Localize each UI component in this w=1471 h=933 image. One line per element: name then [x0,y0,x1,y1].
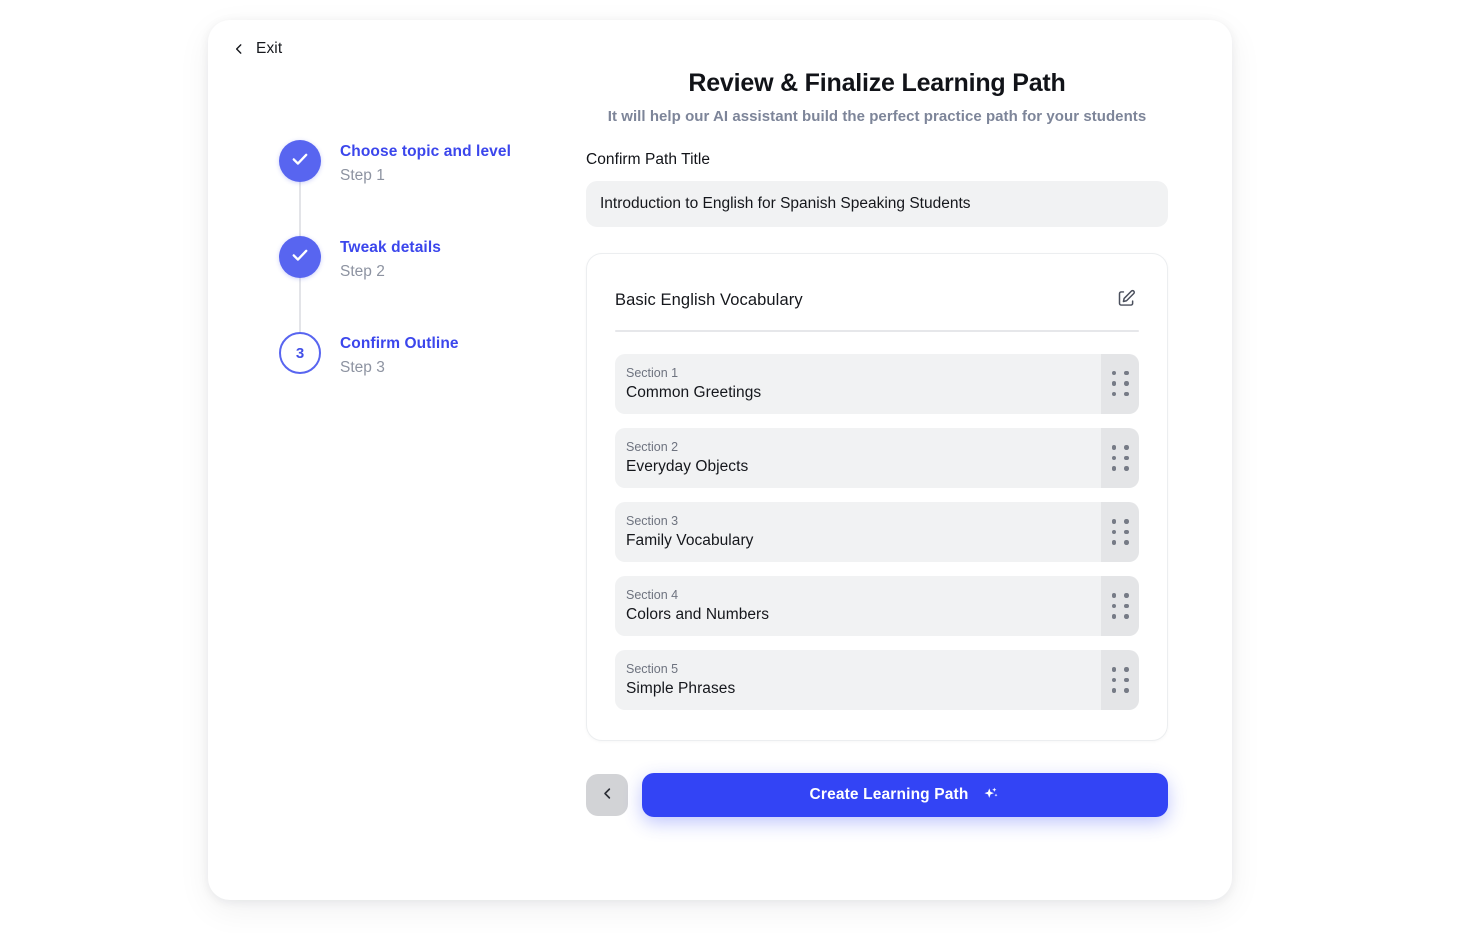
step-circle-done [279,236,321,278]
section-body: Section 3 Family Vocabulary [615,501,1101,563]
section-name: Colors and Numbers [626,606,770,624]
wizard-card: Exit Choose topic and level Step 1 Tweak… [208,20,1232,900]
section-body: Section 1 Common Greetings [615,353,1101,414]
step-number-label: 3 [295,344,305,362]
section-row[interactable]: Section 3 Family Vocabulary [615,501,1139,563]
dot-grid [1111,445,1129,471]
section-row[interactable]: Section 5 Simple Phrases [615,650,1139,711]
edit-outline-button[interactable] [1113,287,1139,313]
drag-handle-icon[interactable] [1101,576,1139,637]
create-learning-path-button[interactable]: Create Learning Path [642,773,1168,818]
path-title-input[interactable] [586,181,1168,228]
page-subtitle: It will help our AI assistant build the … [607,108,1147,126]
stepper-step-2[interactable]: Tweak details Step 2 [278,236,578,332]
section-kicker: Section 2 [626,439,679,454]
action-bar: Create Learning Path [586,773,1168,818]
chevron-left-icon [600,786,615,804]
back-button[interactable] [586,774,628,817]
outline-panel: Basic English Vocabulary Section 1 Commo… [586,253,1168,742]
section-kicker: Section 5 [626,662,679,677]
stepper-title-3: Confirm Outline [340,335,459,352]
stepper-text-3: Confirm Outline Step 3 [340,332,459,379]
stepper-bullet-1 [278,140,322,236]
page-title: Review & Finalize Learning Path [688,69,1066,97]
section-row[interactable]: Section 4 Colors and Numbers [615,576,1139,637]
stepper-bullet-2 [278,236,322,332]
stepper-step-1[interactable]: Choose topic and level Step 1 [278,140,578,236]
app-root: Exit Choose topic and level Step 1 Tweak… [0,0,1471,933]
create-learning-path-label: Create Learning Path [809,786,969,804]
chevron-left-icon [232,42,246,56]
stepper-sub-1: Step 1 [340,166,385,184]
section-kicker: Section 3 [626,513,679,528]
check-icon [290,245,310,270]
drag-handle-icon[interactable] [1101,650,1139,711]
dot-grid [1111,519,1129,545]
stepper-connector [299,278,301,332]
section-name: Everyday Objects [626,457,749,475]
exit-button[interactable]: Exit [224,34,290,64]
stepper-title-2: Tweak details [340,239,441,256]
outline-divider [615,330,1139,332]
outline-header: Basic English Vocabulary [615,280,1139,313]
step-circle-current: 3 [279,332,321,374]
section-name: Family Vocabulary [626,532,754,550]
check-icon [290,149,310,174]
outline-title: Basic English Vocabulary [615,290,803,309]
step-circle-done [279,140,321,182]
path-title-label: Confirm Path Title [586,151,711,169]
section-list: Section 1 Common Greetings Section 2 Eve… [615,353,1139,711]
section-kicker: Section 4 [626,588,679,603]
section-name: Common Greetings [626,383,762,401]
stepper-sub-2: Step 2 [340,262,385,280]
drag-handle-icon[interactable] [1101,501,1139,563]
dot-grid [1111,593,1129,619]
drag-handle-icon[interactable] [1101,353,1139,414]
exit-label: Exit [256,40,283,57]
dot-grid [1111,370,1129,397]
dot-grid [1111,667,1129,693]
sparkles-icon [980,785,1000,805]
drag-handle-icon[interactable] [1101,427,1139,488]
section-row[interactable]: Section 2 Everyday Objects [615,427,1139,488]
section-row[interactable]: Section 1 Common Greetings [615,353,1139,414]
section-body: Section 5 Simple Phrases [615,650,1101,711]
section-body: Section 2 Everyday Objects [615,427,1101,488]
stepper-step-3[interactable]: 3 Confirm Outline Step 3 [278,332,578,379]
main-content: Review & Finalize Learning Path It will … [586,68,1168,818]
stepper-text-1: Choose topic and level Step 1 [340,140,511,187]
stepper-connector [299,182,301,236]
stepper-sub-3: Step 3 [340,358,385,376]
stepper-text-2: Tweak details Step 2 [340,236,441,283]
stepper: Choose topic and level Step 1 Tweak deta… [278,140,578,379]
section-body: Section 4 Colors and Numbers [615,576,1101,637]
stepper-title-1: Choose topic and level [340,143,512,160]
stepper-bullet-3: 3 [278,332,322,374]
edit-pencil-icon [1116,288,1137,312]
section-kicker: Section 1 [626,365,679,380]
section-name: Simple Phrases [626,680,736,698]
